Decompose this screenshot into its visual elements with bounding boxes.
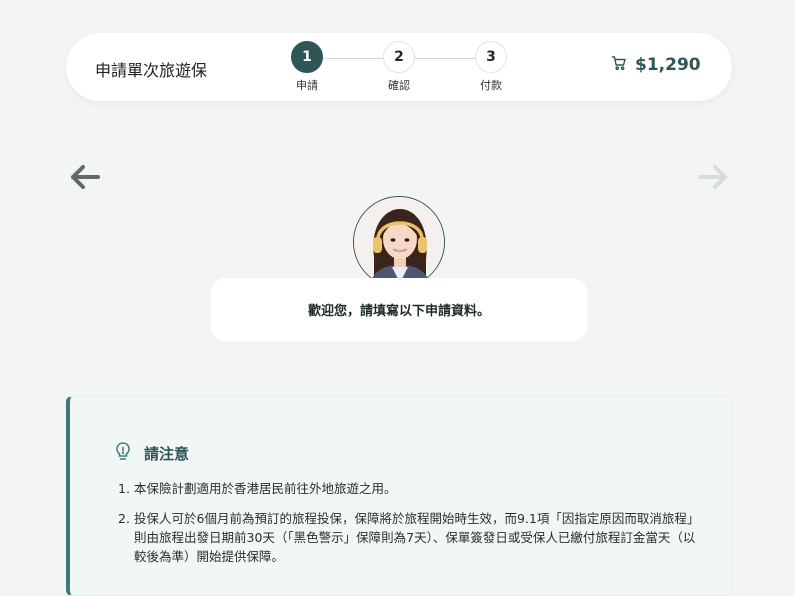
notice-box: 請注意 1. 本保險計劃適用於香港居民前往外地旅遊之用。 2. 投保人可於6個月… [66,396,732,596]
step-label: 申請 [296,79,318,92]
list-item: 1. 本保險計劃適用於香港居民前往外地旅遊之用。 [118,479,698,498]
cart-summary[interactable]: $1,290 [611,55,701,75]
step-label: 確認 [388,79,410,92]
welcome-message: 歡迎您，請填寫以下申請資料。 [211,278,587,341]
cart-icon [611,55,627,75]
step-connector [323,58,383,59]
list-item-text: 投保人可於6個月前為預訂的旅程投保，保障將於旅程開始時生效，而9.1項「因指定原… [134,511,696,564]
lightbulb-icon [114,441,132,465]
step-confirm[interactable]: 2 確認 [379,41,419,93]
assistant-avatar [353,196,445,288]
page-title: 申請單次旅遊保 [95,61,208,80]
notice-header: 請注意 [114,441,189,465]
step-payment[interactable]: 3 付款 [471,41,511,93]
cart-amount: $1,290 [635,55,701,75]
step-apply[interactable]: 1 申請 [287,41,327,93]
step-label: 付款 [480,79,502,92]
header-bar: 申請單次旅遊保 1 申請 2 確認 3 付款 $1,290 [66,33,732,101]
list-item: 2. 投保人可於6個月前為預訂的旅程投保，保障將於旅程開始時生效，而9.1項「因… [118,509,698,566]
forward-arrow-icon[interactable] [696,160,730,194]
step-connector [415,58,475,59]
list-item-text: 本保險計劃適用於香港居民前往外地旅遊之用。 [134,481,397,496]
list-item-number: 1. [118,481,130,496]
step-number: 1 [291,41,323,73]
notice-title: 請注意 [144,444,190,463]
step-number: 3 [475,41,507,73]
back-arrow-icon[interactable] [68,160,102,194]
step-number: 2 [383,41,415,73]
notice-list: 1. 本保險計劃適用於香港居民前往外地旅遊之用。 2. 投保人可於6個月前為預訂… [118,479,698,577]
list-item-number: 2. [118,511,130,526]
